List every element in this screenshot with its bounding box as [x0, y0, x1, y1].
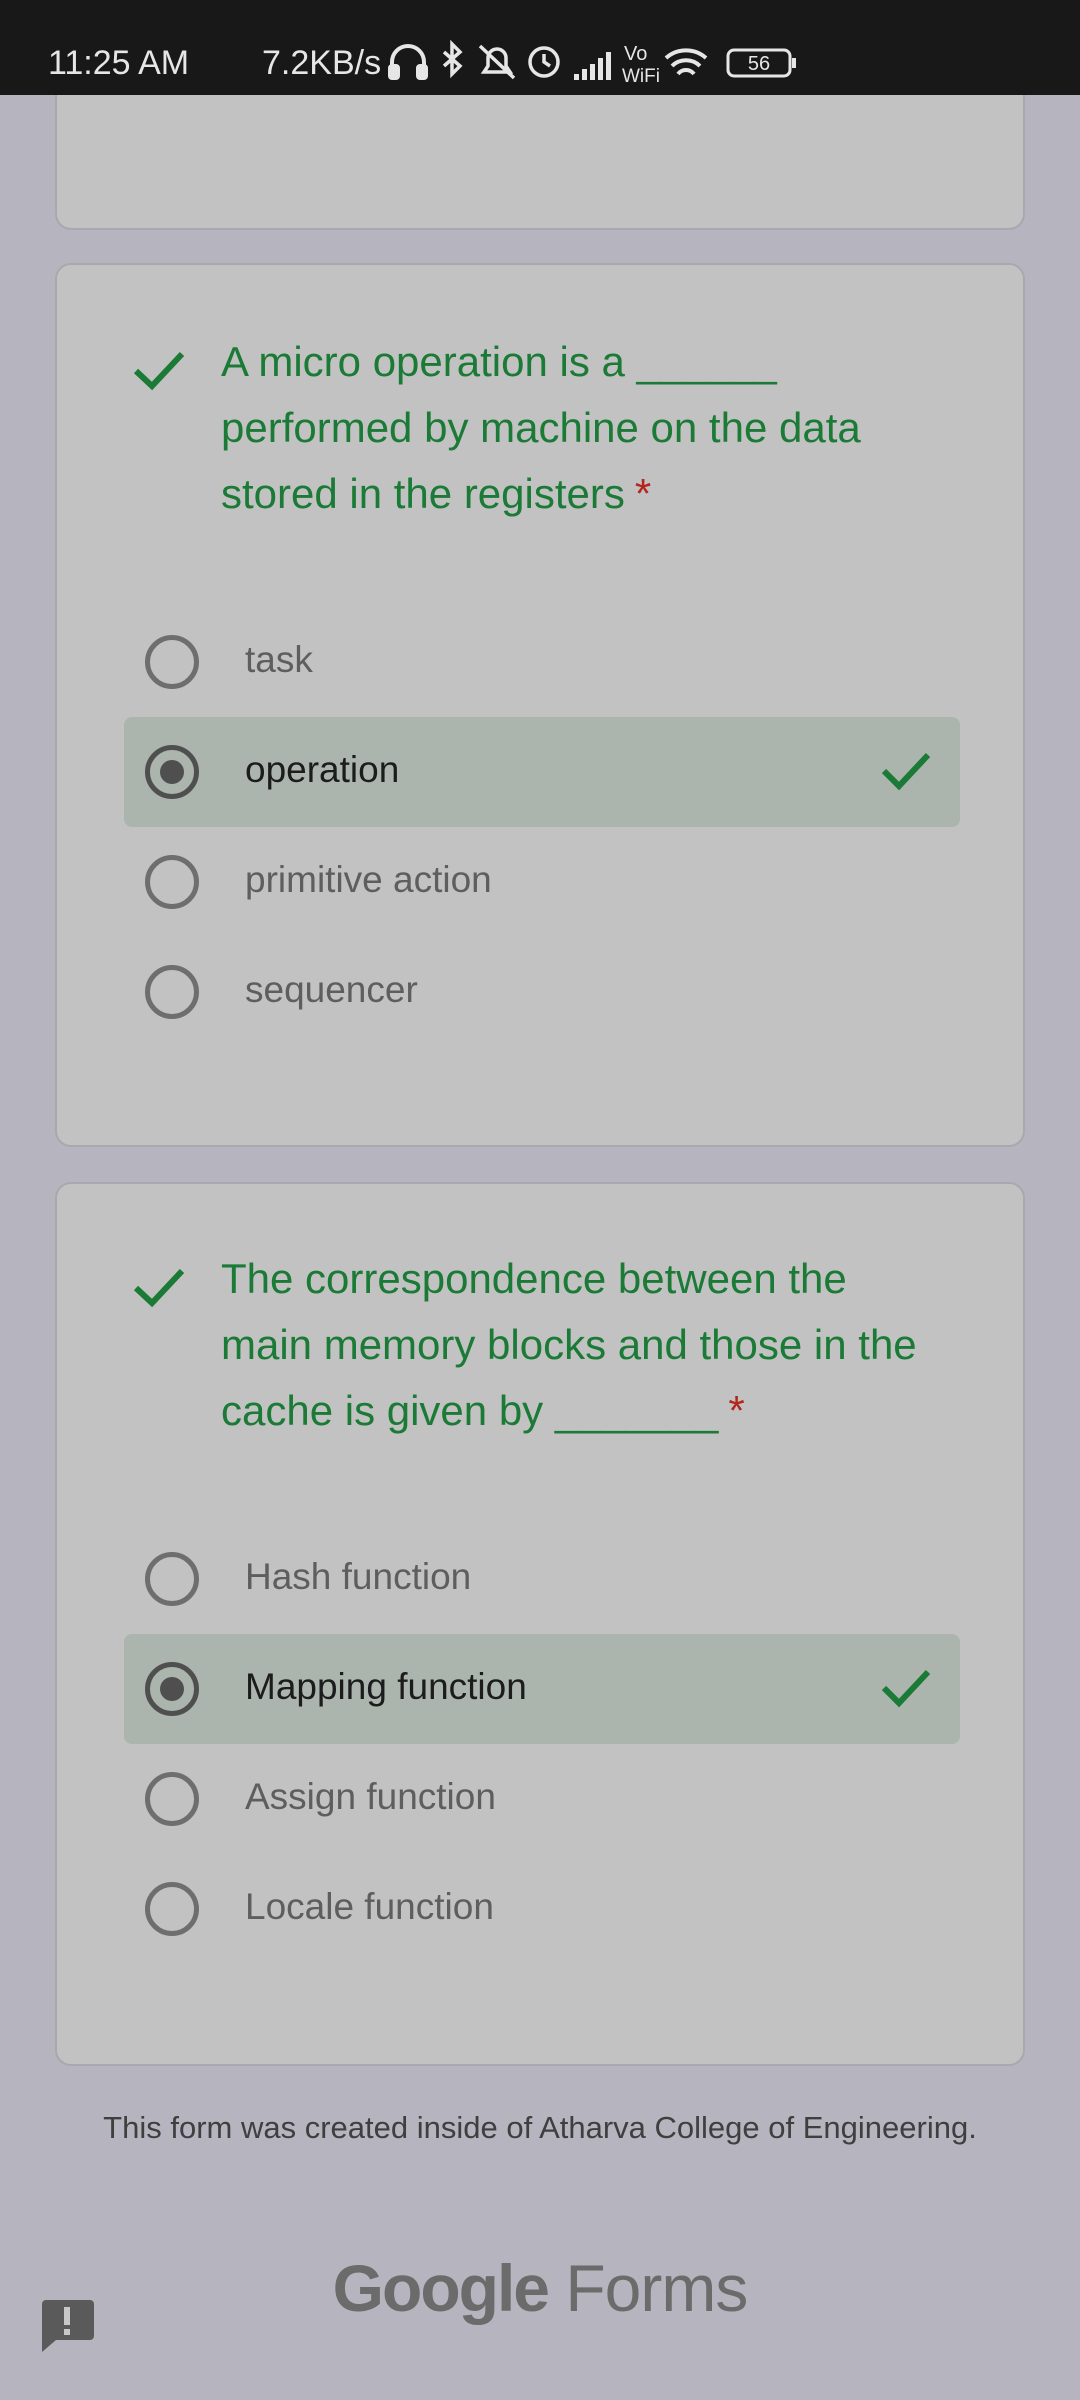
- option-locale-function[interactable]: Locale function: [124, 1854, 960, 1964]
- status-icons: Vo WiFi 56: [388, 38, 848, 86]
- svg-text:Vo: Vo: [624, 43, 647, 65]
- correct-answer-check-icon: [881, 1669, 931, 1708]
- required-asterisk: *: [728, 1387, 745, 1434]
- option-operation[interactable]: operation: [124, 717, 960, 827]
- signal-icon: [574, 52, 611, 80]
- correct-check-icon: [133, 1268, 185, 1308]
- option-label: Assign function: [245, 1776, 496, 1817]
- radio-button-selected[interactable]: [145, 745, 199, 799]
- option-label: task: [245, 639, 313, 680]
- wifi-icon: [664, 48, 708, 76]
- status-net-speed: 7.2KB/s: [262, 44, 382, 82]
- option-sequencer[interactable]: sequencer: [124, 937, 960, 1047]
- option-assign-function[interactable]: Assign function: [124, 1744, 960, 1854]
- option-primitive-action[interactable]: primitive action: [124, 827, 960, 937]
- radio-button[interactable]: [145, 965, 199, 1019]
- correct-check-icon: [133, 351, 185, 391]
- question-card: The correspondence between the main memo…: [55, 1182, 1025, 2066]
- battery-icon: 56: [726, 48, 796, 78]
- radio-button[interactable]: [145, 1882, 199, 1936]
- report-abuse-icon[interactable]: [38, 2296, 96, 2354]
- option-hash-function[interactable]: Hash function: [124, 1524, 960, 1634]
- status-bar: 11:25 AM 7.2KB/s Vo WiFi 56: [0, 0, 1080, 95]
- svg-text:WiFi: WiFi: [622, 66, 660, 86]
- option-mapping-function[interactable]: Mapping function: [124, 1634, 960, 1744]
- required-asterisk: *: [634, 470, 652, 517]
- status-time: 11:25 AM: [48, 44, 190, 82]
- question-title: A micro operation is a ______ performed …: [221, 338, 861, 517]
- headphones-icon: [388, 44, 428, 80]
- svg-text:56: 56: [748, 53, 770, 75]
- option-label: Locale function: [245, 1886, 494, 1927]
- radio-button-selected[interactable]: [145, 1662, 199, 1716]
- option-task[interactable]: task: [124, 607, 960, 717]
- mute-icon: [478, 44, 516, 80]
- radio-button[interactable]: [145, 635, 199, 689]
- vowifi-icon: Vo WiFi: [622, 43, 660, 86]
- radio-button[interactable]: [145, 1772, 199, 1826]
- form-origin-note: This form was created inside of Atharva …: [103, 2110, 977, 2145]
- google-forms-logo: Google Forms: [332, 2251, 749, 2325]
- correct-answer-check-icon: [881, 752, 931, 791]
- option-label: Mapping function: [245, 1666, 527, 1707]
- question-card: A micro operation is a ______ performed …: [55, 263, 1025, 1147]
- option-label: sequencer: [245, 969, 418, 1010]
- radio-button[interactable]: [145, 1552, 199, 1606]
- bluetooth-icon: [442, 39, 463, 79]
- radio-button[interactable]: [145, 855, 199, 909]
- option-label: Hash function: [245, 1556, 472, 1597]
- option-label: operation: [245, 749, 400, 790]
- alarm-icon: [528, 46, 560, 78]
- option-label: primitive action: [245, 859, 492, 900]
- question-title: The correspondence between the main memo…: [221, 1255, 917, 1434]
